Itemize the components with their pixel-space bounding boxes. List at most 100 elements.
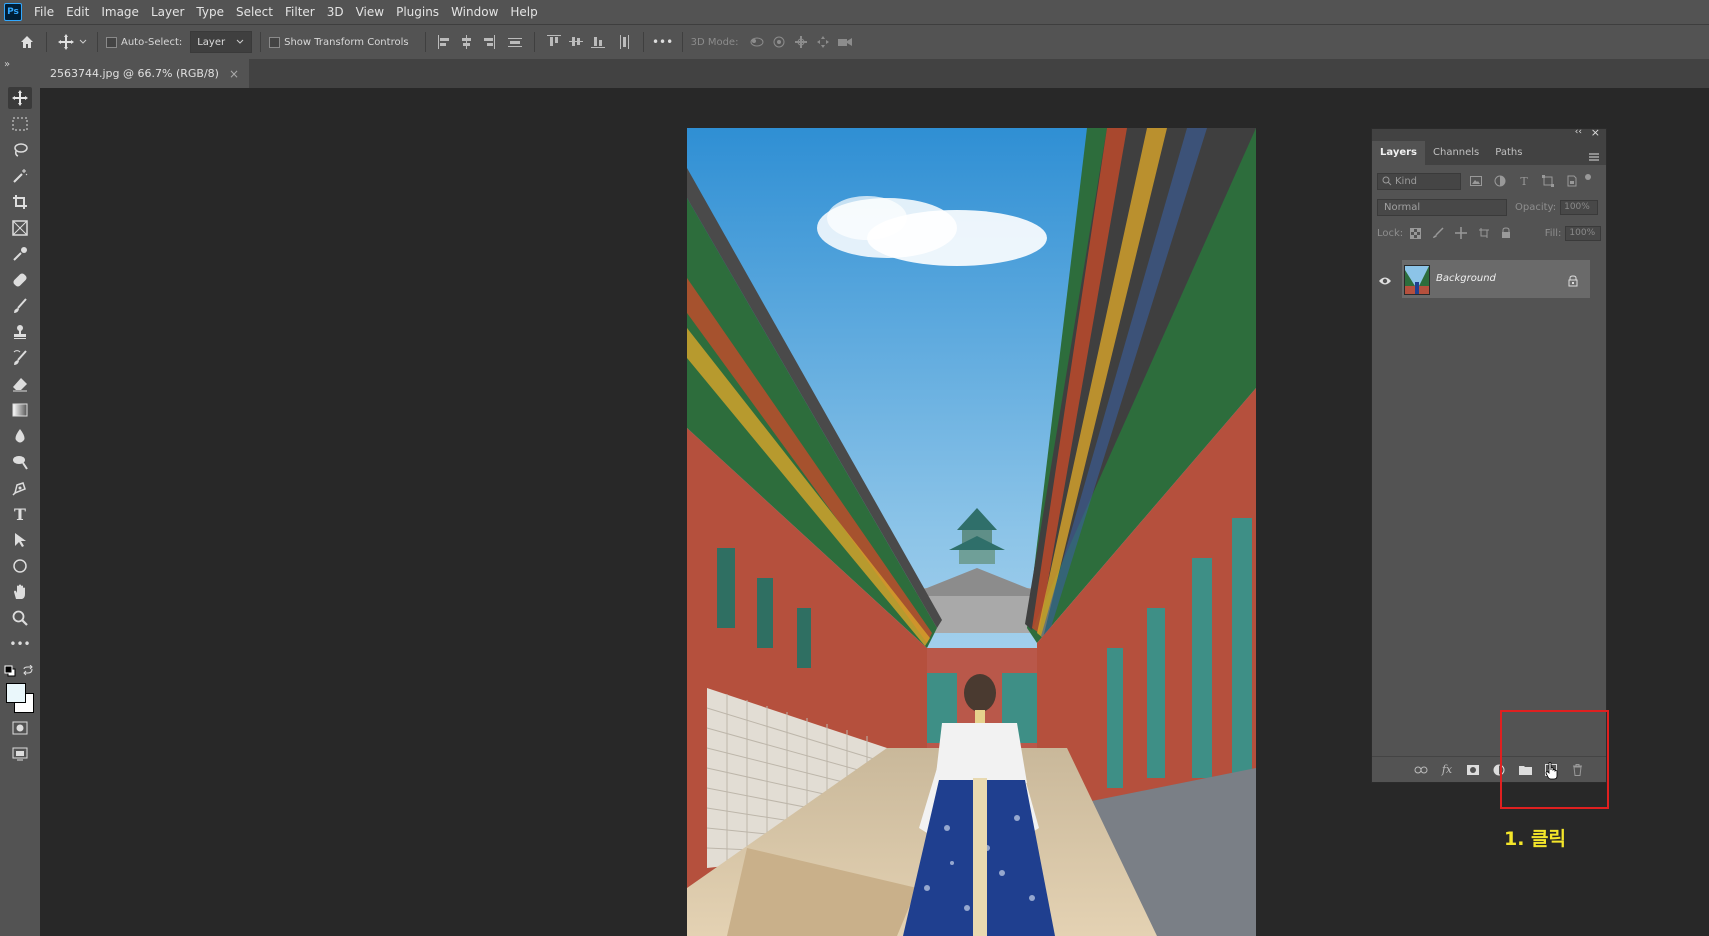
chevron-down-icon[interactable] (77, 31, 89, 53)
lock-artboard-icon[interactable] (1475, 224, 1492, 242)
lock-row: Lock: Fill: 100% (1372, 220, 1606, 246)
auto-select-checkbox[interactable] (106, 36, 117, 48)
menu-image[interactable]: Image (95, 0, 145, 24)
pen-tool-icon[interactable] (8, 477, 32, 499)
tab-paths[interactable]: Paths (1487, 141, 1530, 165)
align-middle-icon[interactable] (565, 31, 587, 53)
home-icon[interactable] (16, 31, 38, 53)
menu-filter[interactable]: Filter (279, 0, 321, 24)
menu-plugins[interactable]: Plugins (390, 0, 445, 24)
hand-tool-icon[interactable] (8, 581, 32, 603)
eyedropper-tool-icon[interactable] (8, 243, 32, 265)
show-transform-checkbox[interactable] (269, 36, 281, 48)
type-filter-icon[interactable]: T (1515, 172, 1533, 190)
separator (424, 32, 426, 52)
quick-mask-icon[interactable] (8, 717, 32, 739)
align-left-icon[interactable] (434, 31, 456, 53)
brush-tool-icon[interactable] (8, 295, 32, 317)
document-tab[interactable]: 2563744.jpg @ 66.7% (RGB/8) × (40, 59, 250, 88)
fill-field[interactable]: 100% (1565, 225, 1602, 241)
panel-collapse-icon[interactable]: ‹‹ (1575, 127, 1582, 137)
move-tool-icon[interactable] (8, 87, 32, 109)
lock-pixels-icon[interactable] (1430, 224, 1447, 242)
more-tools-icon[interactable]: ••• (8, 633, 32, 655)
menu-edit[interactable]: Edit (60, 0, 95, 24)
toolbar-collapse-icon[interactable]: » (0, 59, 40, 71)
align-right-icon[interactable] (478, 31, 500, 53)
zoom-tool-icon[interactable] (8, 607, 32, 629)
menu-file[interactable]: File (28, 0, 60, 24)
path-selection-tool-icon[interactable] (8, 529, 32, 551)
distribute-vertical-icon[interactable] (613, 31, 635, 53)
chevron-down-icon (236, 39, 244, 44)
document-image[interactable] (687, 128, 1256, 936)
move-tool-preset-icon[interactable] (55, 31, 77, 53)
add-mask-icon[interactable] (1462, 760, 1484, 780)
opacity-value: 100% (1564, 202, 1590, 212)
3d-pan-icon[interactable] (790, 31, 812, 53)
gradient-tool-icon[interactable] (8, 399, 32, 421)
3d-orbit-icon[interactable] (746, 31, 768, 53)
menu-window[interactable]: Window (445, 0, 504, 24)
marquee-tool-icon[interactable] (8, 113, 32, 135)
tab-layers[interactable]: Layers (1372, 141, 1425, 165)
type-tool-icon[interactable]: T (8, 503, 32, 525)
3d-roll-icon[interactable] (768, 31, 790, 53)
adjustment-filter-icon[interactable] (1491, 172, 1509, 190)
menu-type[interactable]: Type (190, 0, 230, 24)
menu-3d[interactable]: 3D (321, 0, 350, 24)
ellipse-tool-icon[interactable] (8, 555, 32, 577)
auto-select-target-dropdown[interactable]: Layer (190, 31, 253, 53)
menu-items: File Edit Image Layer Type Select Filter 3D View… (28, 0, 544, 24)
align-bottom-icon[interactable] (587, 31, 609, 53)
menu-view[interactable]: View (350, 0, 390, 24)
tab-channels[interactable]: Channels (1425, 141, 1487, 165)
show-transform-label: Show Transform Controls (284, 36, 409, 48)
annotation-highlight-box (1500, 710, 1609, 809)
dodge-tool-icon[interactable] (8, 451, 32, 473)
tools-panel: T ••• (0, 71, 41, 936)
layer-filter-kind-dropdown[interactable]: Kind (1377, 172, 1461, 190)
distribute-horizontal-icon[interactable] (504, 31, 526, 53)
smart-object-filter-icon[interactable] (1563, 172, 1581, 190)
foreground-color-swatch[interactable] (6, 683, 26, 703)
menu-layer[interactable]: Layer (145, 0, 190, 24)
opacity-field[interactable]: 100% (1560, 199, 1599, 215)
more-options-icon[interactable]: ••• (652, 31, 674, 53)
blur-tool-icon[interactable] (8, 425, 32, 447)
panel-close-icon[interactable]: × (1591, 126, 1600, 139)
layer-filter-row: Kind T (1372, 168, 1606, 194)
separator (97, 32, 98, 52)
link-layers-icon[interactable] (1410, 760, 1432, 780)
swap-colors-icon[interactable] (22, 662, 34, 681)
layer-row-background[interactable]: Background (1372, 260, 1590, 298)
menu-select[interactable]: Select (230, 0, 279, 24)
3d-slide-icon[interactable] (812, 31, 834, 53)
magic-wand-tool-icon[interactable] (8, 165, 32, 187)
lasso-tool-icon[interactable] (8, 139, 32, 161)
3d-camera-icon[interactable] (834, 31, 856, 53)
frame-tool-icon[interactable] (8, 217, 32, 239)
align-top-icon[interactable] (543, 31, 565, 53)
eye-visibility-icon[interactable] (1378, 272, 1392, 291)
crop-tool-icon[interactable] (8, 191, 32, 213)
default-colors-icon[interactable] (4, 662, 16, 681)
healing-brush-tool-icon[interactable] (8, 269, 32, 291)
hand-cursor-icon (1545, 762, 1559, 784)
clone-stamp-tool-icon[interactable] (8, 321, 32, 343)
eraser-tool-icon[interactable] (8, 373, 32, 395)
blend-mode-dropdown[interactable]: Normal (1377, 198, 1507, 216)
fx-icon[interactable]: fx (1436, 760, 1458, 780)
image-filter-icon[interactable] (1467, 172, 1485, 190)
lock-transparent-icon[interactable] (1407, 224, 1424, 242)
close-icon[interactable]: × (229, 67, 239, 81)
lock-all-icon[interactable] (1498, 224, 1515, 242)
align-center-icon[interactable] (456, 31, 478, 53)
menu-help[interactable]: Help (504, 0, 543, 24)
screen-mode-icon[interactable] (8, 743, 32, 765)
history-brush-tool-icon[interactable] (8, 347, 32, 369)
lock-position-icon[interactable] (1453, 224, 1470, 242)
shape-filter-icon[interactable] (1539, 172, 1557, 190)
filter-toggle-icon[interactable] (1585, 174, 1591, 180)
panel-menu-icon[interactable] (1588, 147, 1600, 166)
